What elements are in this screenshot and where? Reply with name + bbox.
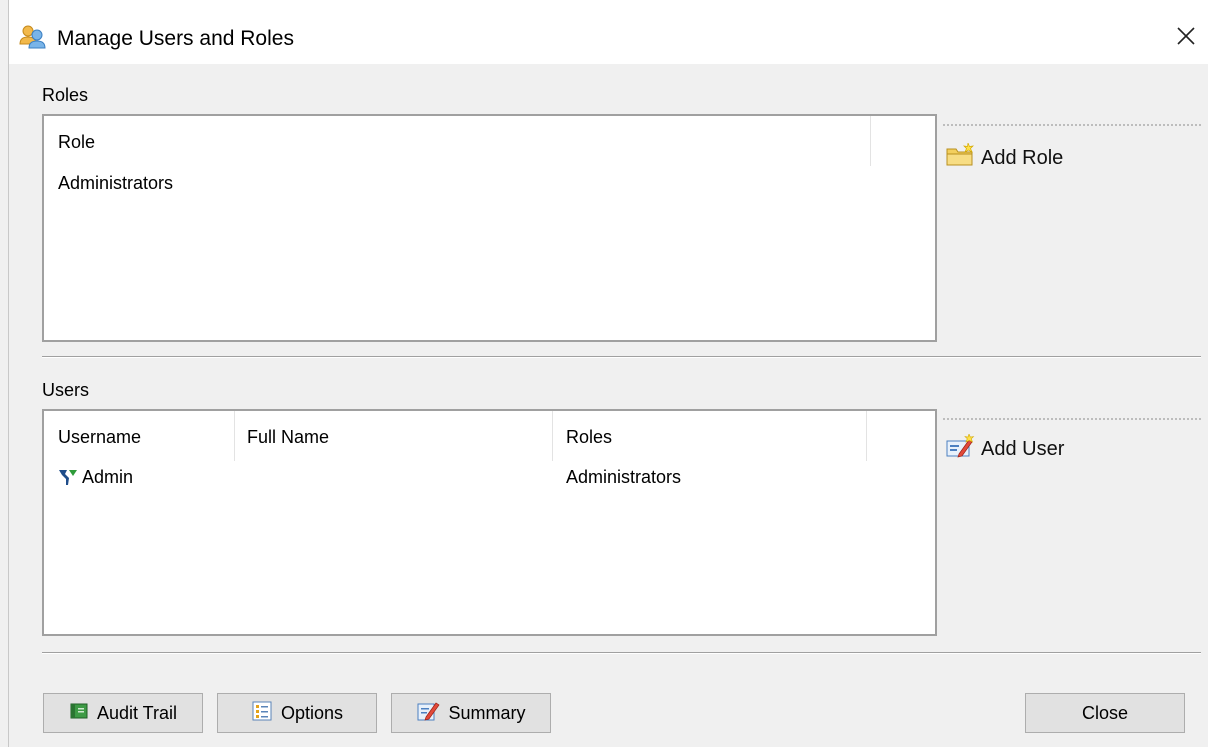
admin-user-icon [58, 468, 78, 491]
column-separator [234, 411, 235, 461]
title-bar: Manage Users and Roles [9, 0, 1208, 64]
close-button[interactable]: Close [1025, 693, 1185, 733]
column-separator [870, 116, 871, 166]
close-window-button[interactable] [1163, 18, 1208, 58]
add-user-label: Add User [981, 437, 1065, 460]
panel-divider [943, 418, 1201, 420]
column-separator [552, 411, 553, 461]
options-label: Options [280, 702, 344, 723]
users-icon [19, 25, 47, 49]
username-column-header[interactable]: Username [58, 427, 141, 448]
add-role-button[interactable]: Add Role [945, 141, 1064, 173]
add-role-label: Add Role [981, 146, 1064, 169]
summary-edit-icon [416, 700, 440, 727]
users-list[interactable]: Username Full Name Roles Admin Administr… [42, 409, 937, 636]
section-divider-highlight [42, 357, 1201, 358]
roles-side-panel: Add Role [943, 124, 1201, 342]
window-title: Manage Users and Roles [57, 27, 294, 50]
manage-users-dialog: Manage Users and Roles Roles Role Admini… [8, 0, 1208, 747]
roles-section-label: Roles [42, 85, 89, 105]
role-column-header[interactable]: Role [58, 132, 95, 153]
audit-trail-button[interactable]: Audit Trail [43, 693, 203, 733]
panel-divider [943, 124, 1201, 126]
options-button[interactable]: Options [217, 693, 377, 733]
table-row[interactable]: Admin Administrators [44, 465, 935, 493]
roles-column-header[interactable]: Roles [566, 427, 612, 448]
full-name-column-header[interactable]: Full Name [247, 427, 329, 448]
users-side-panel: Add User [943, 418, 1201, 636]
audit-book-icon [69, 702, 89, 725]
options-list-icon [251, 700, 273, 727]
summary-button[interactable]: Summary [391, 693, 551, 733]
users-section-label: Users [42, 380, 90, 400]
roles-list[interactable]: Role Administrators [42, 114, 937, 342]
summary-label: Summary [448, 702, 526, 723]
roles-cell: Administrators [566, 467, 682, 487]
add-user-icon [945, 433, 975, 464]
role-list-item[interactable]: Administrators [58, 173, 173, 194]
section-divider-highlight [42, 653, 1201, 654]
username-cell: Admin [82, 467, 134, 487]
close-icon [1177, 26, 1195, 50]
add-user-button[interactable]: Add User [945, 433, 1065, 464]
folder-new-icon [945, 141, 975, 173]
close-label: Close [1081, 702, 1129, 723]
column-separator [866, 411, 867, 461]
audit-trail-label: Audit Trail [96, 702, 178, 723]
